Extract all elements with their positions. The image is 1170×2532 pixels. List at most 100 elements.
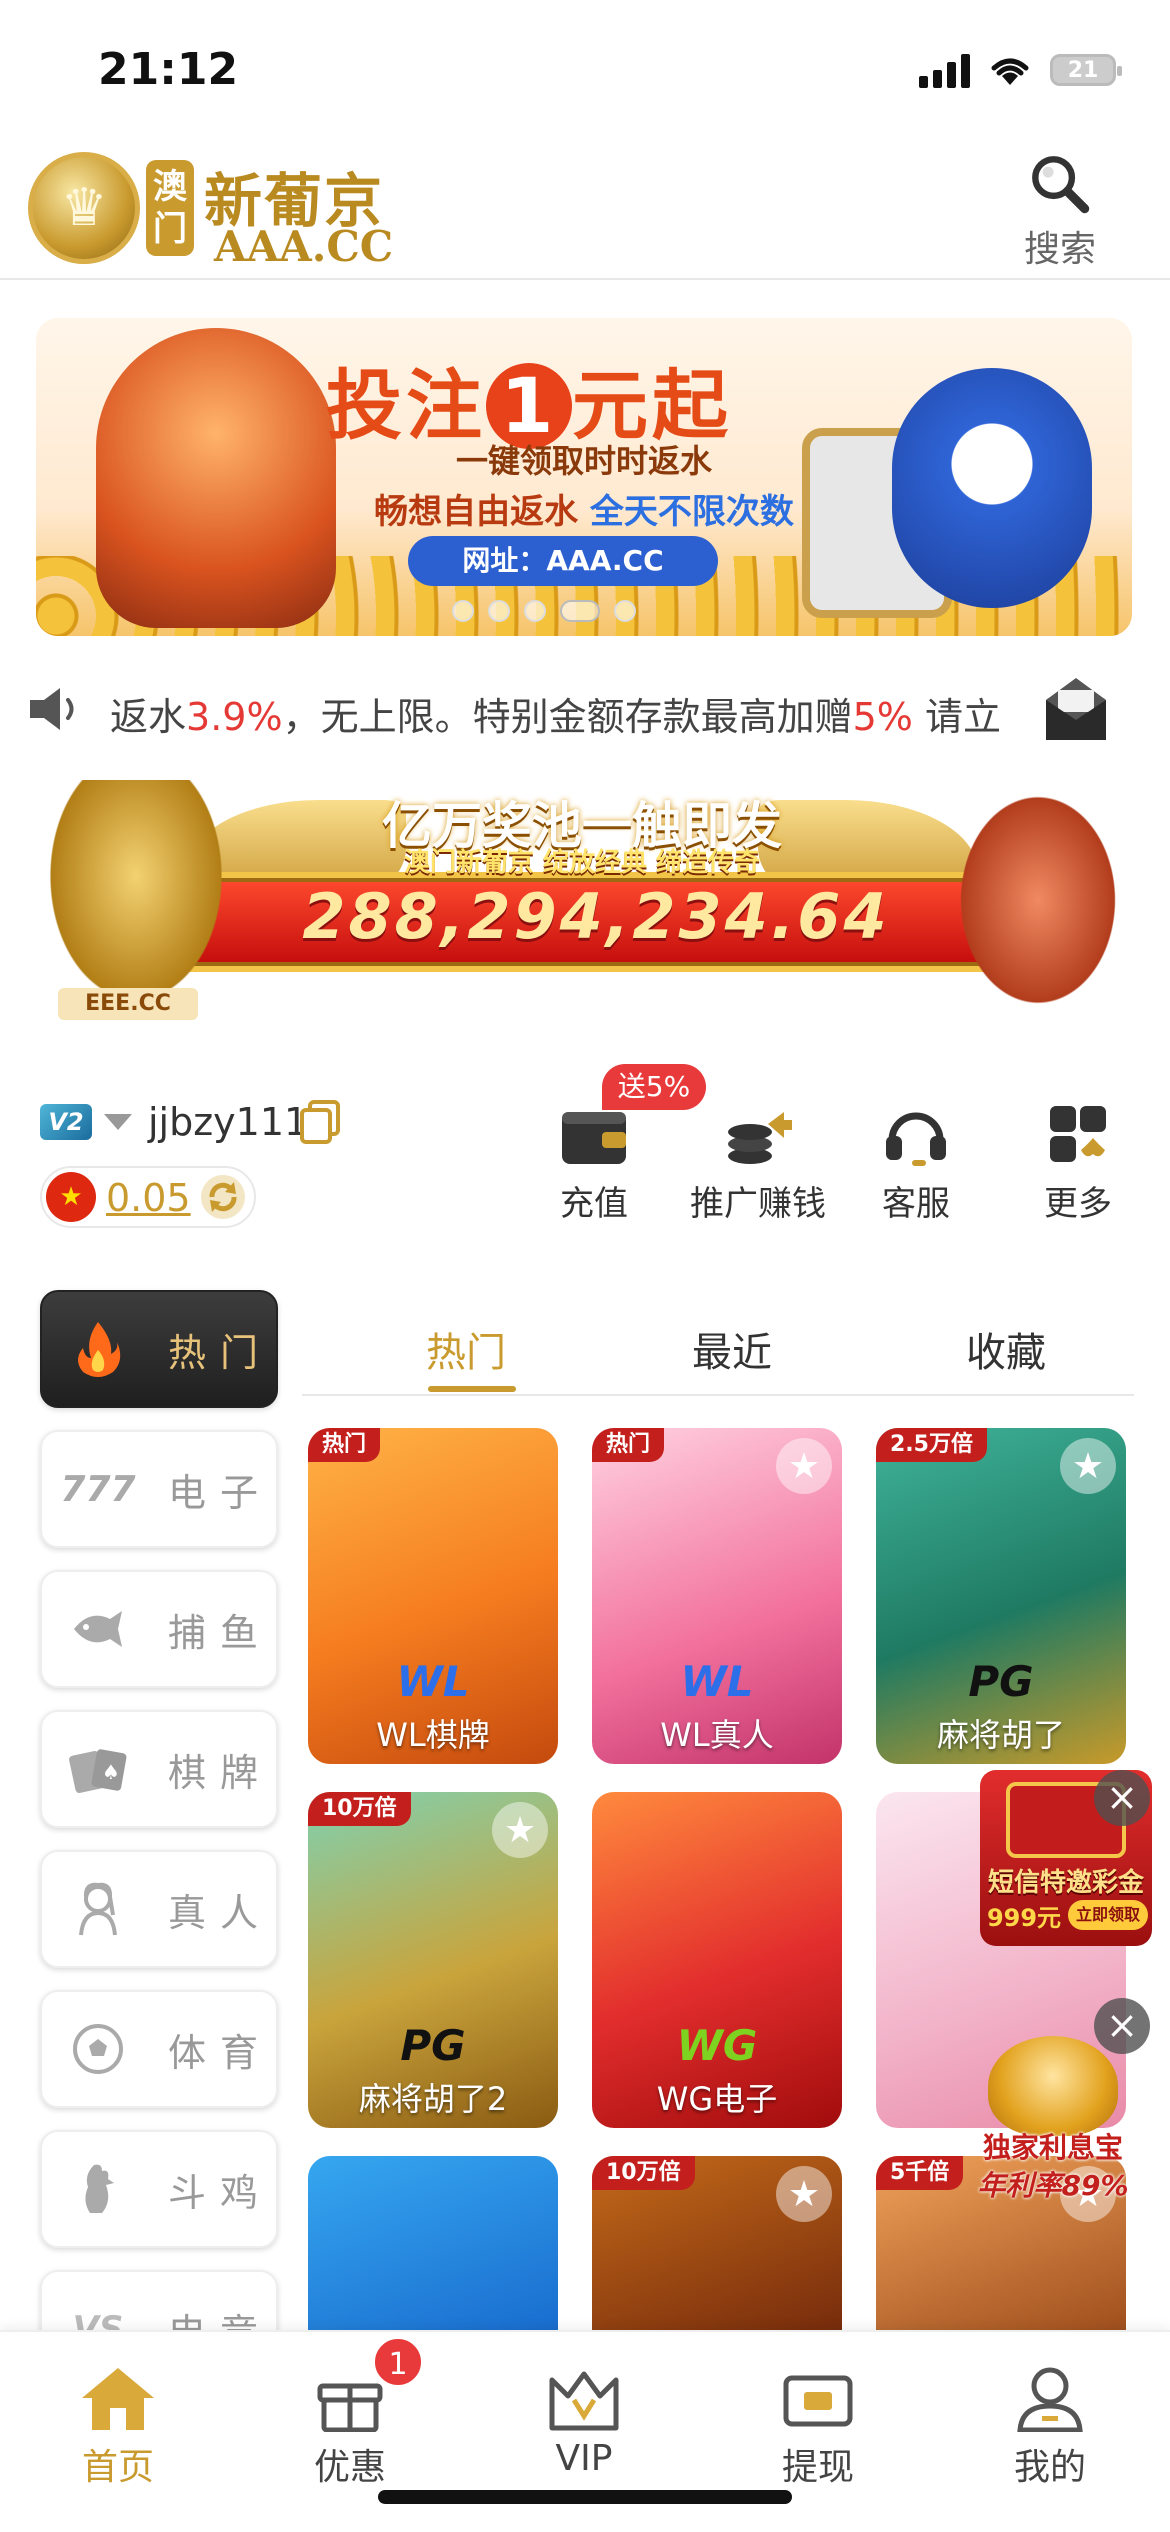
- battery-icon: 21: [1050, 54, 1122, 86]
- svg-text:♠: ♠: [102, 1760, 120, 1784]
- game-provider-logo: PG: [968, 1657, 1034, 1706]
- nav-withdraw[interactable]: 提现: [748, 2366, 888, 2490]
- nav-profile[interactable]: 我的: [980, 2366, 1120, 2490]
- category-cockfight[interactable]: 斗鸡: [40, 2130, 278, 2248]
- favorite-star-icon[interactable]: ★: [776, 1438, 832, 1494]
- category-fishing[interactable]: 捕鱼: [40, 1570, 278, 1688]
- logo-domain: AAA.CC: [214, 222, 394, 271]
- game-card[interactable]: 热门 WL WL棋牌: [308, 1428, 558, 1764]
- status-icons: 21: [919, 52, 1122, 88]
- banner-url: 网址：AAA.CC: [408, 536, 718, 586]
- sms-promo-amount: 999元: [986, 1904, 1062, 1932]
- game-tag: 热门: [592, 1428, 665, 1462]
- game-tag: 2.5万倍: [876, 1428, 987, 1462]
- category-live[interactable]: 真人: [40, 1850, 278, 1968]
- home-icon: [82, 2368, 154, 2430]
- wallet-icon: [562, 1112, 626, 1164]
- game-tag: 10万倍: [592, 2156, 695, 2190]
- home-indicator: [378, 2490, 792, 2504]
- game-title: 麻将胡了2: [358, 2080, 508, 2118]
- announcement-marquee[interactable]: 返水3.9%，无上限。特别金额存款最高加赠5% 请立: [110, 686, 1018, 736]
- china-flag-icon: ★: [46, 1172, 96, 1222]
- fire-icon: [58, 1319, 138, 1379]
- category-hot[interactable]: 热门: [40, 1290, 278, 1408]
- category-sports[interactable]: 体育: [40, 1990, 278, 2108]
- category-cards[interactable]: ♠ 棋牌: [40, 1710, 278, 1828]
- tab-favorites[interactable]: 收藏: [966, 1320, 1046, 1378]
- game-card[interactable]: WG WG电子: [592, 1792, 842, 2128]
- banner-subtitle: 一键领取时时返水: [455, 442, 712, 480]
- user-icon: [1017, 2367, 1083, 2432]
- game-tag: 热门: [308, 1428, 381, 1462]
- active-tab-indicator: [428, 1386, 516, 1392]
- more-button[interactable]: 更多: [1018, 1104, 1138, 1225]
- banner-tagline: 畅想自由返水 全天不限次数: [374, 492, 794, 532]
- refresh-icon[interactable]: [198, 1172, 248, 1222]
- jackpot-banner[interactable]: 亿万奖池一触即发 澳门新葡京 绽放经典 缔造传奇 288,294,234.64 …: [36, 780, 1128, 1020]
- game-card[interactable]: 热门 ★ WL WL真人: [592, 1428, 842, 1764]
- vip-level-badge[interactable]: V2: [40, 1104, 92, 1140]
- carousel-dot[interactable]: [488, 600, 510, 622]
- lucky-rabbit-illustration: [988, 2036, 1118, 2136]
- withdraw-icon: [783, 2375, 853, 2427]
- grid-more-icon: [1050, 1106, 1106, 1162]
- interest-promo-rate: 年利率89%: [977, 2169, 1129, 2202]
- carousel-dot[interactable]: [560, 600, 600, 622]
- crown-icon: [549, 2371, 619, 2431]
- logo-macau-tag: 澳 门: [146, 160, 194, 256]
- game-card[interactable]: 10万倍 ★ PG 麻将胡了2: [308, 1792, 558, 2128]
- promo-banner[interactable]: 投注 1 元起 一键领取时时返水 畅想自由返水 全天不限次数 网址：AAA.CC: [36, 318, 1132, 636]
- close-interest-promo-button[interactable]: ×: [1094, 1998, 1150, 2054]
- status-time: 21:12: [98, 44, 239, 95]
- game-title: WL真人: [660, 1716, 774, 1754]
- game-provider-logo: WL: [396, 1657, 470, 1706]
- jackpot-site-label: EEE.CC: [58, 988, 198, 1020]
- favorite-star-icon[interactable]: ★: [1060, 1438, 1116, 1494]
- username: jjbzy111: [148, 1100, 309, 1144]
- game-provider-logo: WL: [680, 1657, 754, 1706]
- carousel-dot[interactable]: [452, 600, 474, 622]
- soccer-ball-icon: [58, 2019, 138, 2079]
- signal-icon: [919, 52, 970, 88]
- tab-recent[interactable]: 最近: [692, 1320, 772, 1378]
- sms-promo-cta: 立即领取: [1068, 1900, 1148, 1930]
- game-card[interactable]: 2.5万倍 ★ PG 麻将胡了: [876, 1428, 1126, 1764]
- tab-hot[interactable]: 热门: [426, 1320, 506, 1378]
- game-provider-logo: WG: [676, 2021, 758, 2070]
- close-sms-promo-button[interactable]: ×: [1094, 1770, 1150, 1826]
- nav-home[interactable]: 首页: [48, 2366, 188, 2490]
- carousel-dots[interactable]: [452, 600, 636, 622]
- favorite-star-icon[interactable]: ★: [776, 2166, 832, 2222]
- recharge-button[interactable]: 充值: [534, 1104, 654, 1225]
- search-icon: [1032, 156, 1090, 214]
- nav-vip[interactable]: VIP: [514, 2366, 654, 2479]
- speaker-icon: [30, 688, 74, 730]
- caret-down-icon[interactable]: [104, 1114, 132, 1130]
- coins-share-icon: [728, 1112, 792, 1164]
- favorite-star-icon[interactable]: ★: [492, 1802, 548, 1858]
- carousel-dot[interactable]: [524, 600, 546, 622]
- game-tag: 10万倍: [308, 1792, 411, 1826]
- jackpot-subtitle: 澳门新葡京 绽放经典 缔造传奇: [403, 848, 761, 878]
- search-button[interactable]: 搜索: [1010, 152, 1110, 272]
- copy-icon[interactable]: [298, 1100, 342, 1144]
- game-tag: 5千倍: [876, 2156, 964, 2190]
- sms-promo-title: 短信特邀彩金: [987, 1868, 1144, 1898]
- fish-icon: [58, 1599, 138, 1659]
- dealer-icon: [58, 1879, 138, 1939]
- wifi-icon: [991, 58, 1029, 85]
- game-title: WL棋牌: [376, 1716, 490, 1754]
- mail-icon[interactable]: [1044, 676, 1108, 742]
- search-label: 搜索: [1023, 229, 1096, 270]
- customer-service-button[interactable]: 客服: [856, 1104, 976, 1225]
- logo-emblem: ♛: [28, 152, 140, 264]
- jackpot-amount: 288,294,234.64: [302, 880, 890, 953]
- promotions-count-badge: 1: [372, 2336, 424, 2388]
- slot-777-icon: 777: [60, 1468, 136, 1510]
- cards-icon: ♠: [58, 1739, 138, 1799]
- balance-amount: 0.05: [106, 1176, 191, 1220]
- carousel-dot[interactable]: [614, 600, 636, 622]
- referral-button[interactable]: 推广赚钱: [690, 1104, 826, 1225]
- category-slots[interactable]: 777 电子: [40, 1430, 278, 1548]
- game-provider-logo: PG: [400, 2021, 466, 2070]
